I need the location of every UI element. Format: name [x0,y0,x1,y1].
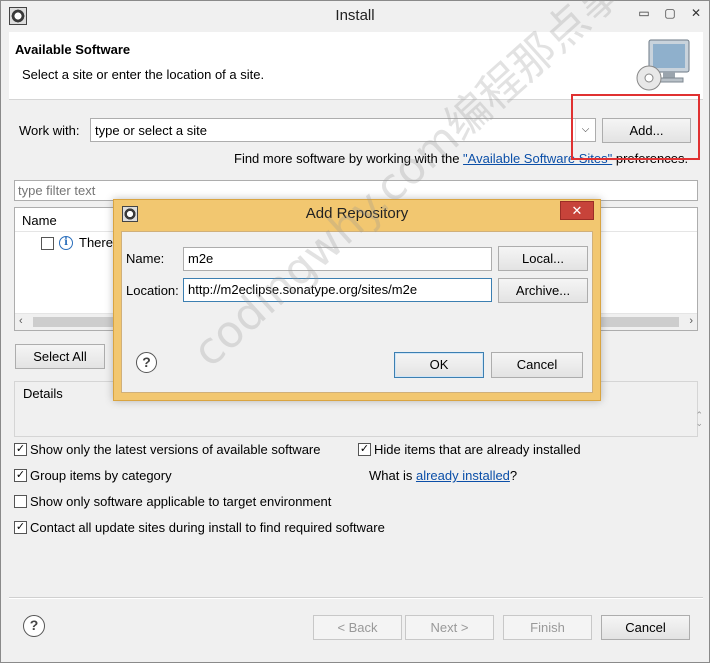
column-name: Name [22,213,57,228]
scroll-right-icon[interactable]: › [689,315,693,327]
work-with-value: type or select a site [95,123,207,138]
latest-versions-label: Show only the latest versions of availab… [30,442,321,457]
cancel-button[interactable]: Cancel [601,615,690,640]
close-button[interactable]: ✕ [683,5,709,23]
tree-item-checkbox[interactable] [41,237,54,250]
details-scroll-icon[interactable]: ⌃ ⌄ [695,411,703,428]
maximize-button[interactable]: ▢ [657,5,683,23]
dialog-body: Name: m2e Local... Location: http://m2ec… [121,231,593,393]
help-icon[interactable]: ? [23,615,45,637]
page-description: Select a site or enter the location of a… [22,67,265,82]
install-monitor-icon [636,39,690,91]
local-button[interactable]: Local... [498,246,588,271]
dialog-close-button[interactable]: ✕ [560,201,594,220]
page-title: Available Software [15,42,131,57]
dialog-cancel-button[interactable]: Cancel [491,352,583,378]
dialog-help-icon[interactable]: ? [136,352,157,373]
work-with-label: Work with: [19,123,80,138]
ok-button[interactable]: OK [394,352,484,378]
target-env-checkbox[interactable] [14,495,27,508]
location-label: Location: [126,283,179,298]
filter-field[interactable] [14,180,698,201]
select-all-button[interactable]: Select All [15,344,105,369]
archive-button[interactable]: Archive... [498,278,588,303]
finish-button[interactable]: Finish [503,615,592,640]
install-window: Install ▭ ▢ ✕ Available Software Select … [0,0,710,663]
add-button-highlight [571,94,700,160]
filter-input[interactable] [15,181,697,200]
hide-installed-label: Hide items that are already installed [374,442,581,457]
footer-separator [9,597,703,599]
group-by-category-checkbox[interactable]: ✓ [14,469,27,482]
next-button[interactable]: Next > [405,615,494,640]
already-installed-link[interactable]: already installed [416,468,510,483]
tree-item-label: There [79,235,113,250]
hide-installed-checkbox[interactable]: ✓ [358,443,371,456]
name-field[interactable]: m2e [183,247,492,271]
scroll-left-icon[interactable]: ‹ [19,315,23,327]
target-env-label: Show only software applicable to target … [30,494,332,509]
info-icon: i [59,236,73,250]
window-title: Install [335,7,375,24]
location-field[interactable]: http://m2eclipse.sonatype.org/sites/m2e [183,278,492,302]
latest-versions-checkbox[interactable]: ✓ [14,443,27,456]
back-button[interactable]: < Back [313,615,402,640]
name-label: Name: [126,251,165,266]
title-bar: Install ▭ ▢ ✕ [1,1,709,31]
work-with-combo[interactable]: type or select a site ⌵ [90,118,596,142]
contact-sites-label: Contact all update sites during install … [30,520,385,535]
contact-sites-checkbox[interactable]: ✓ [14,521,27,534]
dialog-title: Add Repository [305,205,409,222]
group-by-category-label: Group items by category [30,468,172,483]
minimize-button[interactable]: ▭ [631,5,657,23]
add-repository-dialog: Add Repository ✕ Name: m2e Local... Loca… [113,199,601,401]
wizard-header: Available Software Select a site or ente… [9,32,703,100]
what-is-installed-text: What is already installed? [369,468,518,483]
